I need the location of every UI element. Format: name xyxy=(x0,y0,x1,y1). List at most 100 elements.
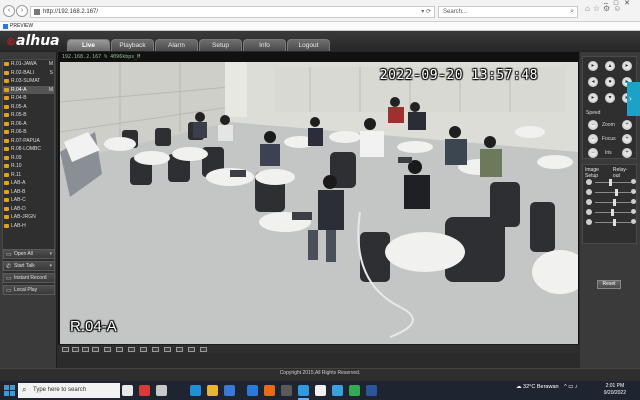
camera-item[interactable]: R.02-BALI S xyxy=(3,69,54,78)
camera-item[interactable]: R.06-B xyxy=(3,128,54,137)
forward-icon[interactable]: › xyxy=(16,5,28,17)
camera-item[interactable]: R.04-A M xyxy=(3,85,54,95)
slider-thumb[interactable] xyxy=(611,209,615,216)
brightness-slider[interactable] xyxy=(586,179,636,186)
iris-close-icon[interactable]: − xyxy=(588,148,598,158)
layout-16-icon[interactable] xyxy=(116,347,123,352)
slider-thumb[interactable] xyxy=(613,219,616,226)
record-toggle-icon[interactable] xyxy=(164,347,171,352)
ptz-left-icon[interactable]: ◂ xyxy=(588,77,598,87)
maximize-icon[interactable]: □ xyxy=(614,0,624,7)
task-view-icon[interactable] xyxy=(122,385,133,396)
camera-item[interactable]: LAB-JRGN xyxy=(3,213,54,222)
tab-info[interactable]: Info xyxy=(243,39,286,51)
windows-start-icon[interactable] xyxy=(4,385,15,396)
firefox-icon[interactable] xyxy=(264,385,275,396)
zoom-out-icon[interactable]: − xyxy=(588,120,598,130)
layout-1-icon[interactable] xyxy=(62,347,69,352)
store-icon[interactable] xyxy=(224,385,235,396)
app-icon-red[interactable] xyxy=(139,385,150,396)
camera-item[interactable]: R.03-SUMAT xyxy=(3,77,54,86)
browser-search-input[interactable]: Search... ⌕ xyxy=(438,6,578,18)
iris-open-icon[interactable]: + xyxy=(622,148,632,158)
snapshot-icon[interactable] xyxy=(152,347,159,352)
camera-item[interactable]: R.07-PAPUA xyxy=(3,137,54,146)
taskbar-clock[interactable]: 2:01 PM 9/20/2022 xyxy=(604,383,626,397)
stream-type-flag[interactable]: M xyxy=(49,86,53,95)
camera-item[interactable]: R.04-B xyxy=(3,94,54,103)
address-bar[interactable]: http://192.168.2.167/ ▾ ⟳ xyxy=(30,6,435,18)
favorites-icon[interactable]: ☆ xyxy=(593,4,603,13)
camera-item[interactable]: R.08-LOMBC xyxy=(3,145,54,154)
layout-8-icon[interactable] xyxy=(82,347,89,352)
focus-out-icon[interactable]: − xyxy=(588,134,598,144)
app-icon-gray[interactable] xyxy=(156,385,167,396)
chevron-down-icon[interactable]: ▾ xyxy=(49,262,52,270)
camera-item[interactable]: LAB-D xyxy=(3,205,54,214)
camera-item[interactable]: R.01-JAWA M xyxy=(3,60,54,69)
chevron-down-icon[interactable]: ▾ xyxy=(49,250,52,258)
file-explorer-icon[interactable] xyxy=(207,385,218,396)
camera-item[interactable]: R.05-A xyxy=(3,103,54,112)
stream-type-flag[interactable]: S xyxy=(50,69,53,78)
camera-item[interactable]: R.11 xyxy=(3,171,54,180)
slider-thumb[interactable] xyxy=(614,189,618,196)
tab-alarm[interactable]: Alarm xyxy=(155,39,198,51)
ptz-center-icon[interactable]: ● xyxy=(605,77,615,87)
tab-setup[interactable]: Setup xyxy=(199,39,242,51)
slider-thumb[interactable] xyxy=(609,179,613,186)
app-icon-dark[interactable] xyxy=(281,385,292,396)
slider-track[interactable] xyxy=(595,192,631,193)
app-icon-white[interactable] xyxy=(315,385,326,396)
ptz-up-left-icon[interactable]: ▸ xyxy=(588,61,598,71)
slider-track[interactable] xyxy=(595,182,631,183)
camera-item[interactable]: R.10 xyxy=(3,162,54,171)
layout-9-icon[interactable] xyxy=(92,347,99,352)
back-icon[interactable]: ‹ xyxy=(3,5,15,17)
internet-explorer-icon[interactable] xyxy=(298,385,309,396)
tray-icons[interactable]: ^ ▭ ♪ xyxy=(564,384,578,390)
weather-icon[interactable]: ☁ xyxy=(516,384,522,390)
browser-tab[interactable]: PREVIEW xyxy=(2,22,62,31)
home-icon[interactable]: ⌂ xyxy=(585,4,593,13)
audio-icon[interactable] xyxy=(176,347,183,352)
open-all-button[interactable]: ▭ Open All ▾ xyxy=(3,249,55,259)
camera-item[interactable]: LAB-H xyxy=(3,222,54,231)
tab-live[interactable]: Live xyxy=(67,39,110,51)
reset-button[interactable]: Reset xyxy=(597,280,621,289)
fullscreen-icon[interactable] xyxy=(104,347,111,352)
layout-4-icon[interactable] xyxy=(72,347,79,352)
instant-record-button[interactable]: ▭ Instant Record xyxy=(3,273,55,283)
local-play-button[interactable]: ▭ Local Play xyxy=(3,285,55,295)
camera-item[interactable]: LAB-C xyxy=(3,196,54,205)
mail-icon[interactable] xyxy=(247,385,258,396)
camera-item[interactable]: LAB-A xyxy=(3,179,54,188)
camera-item[interactable]: R.09 xyxy=(3,154,54,163)
close-icon[interactable]: ✕ xyxy=(624,0,636,7)
focus-in-icon[interactable]: + xyxy=(622,134,632,144)
gamma-slider[interactable] xyxy=(586,219,636,226)
layout-25-icon[interactable] xyxy=(128,347,135,352)
zoom-in-icon[interactable]: + xyxy=(622,120,632,130)
taskbar-search-input[interactable]: ⌕ Type here to search xyxy=(18,383,120,398)
ptz-down-icon[interactable]: ▾ xyxy=(605,93,615,103)
refresh-icon[interactable]: ▾ ⟳ xyxy=(421,8,431,15)
sharpness-slider[interactable] xyxy=(586,209,636,216)
edge-icon[interactable] xyxy=(190,385,201,396)
ptz-up-icon[interactable]: ▴ xyxy=(605,61,615,71)
tab-logout[interactable]: Logout xyxy=(287,39,330,51)
chrome-icon[interactable] xyxy=(349,385,360,396)
camera-item[interactable]: LAB-B xyxy=(3,188,54,197)
tab-playback[interactable]: Playback xyxy=(111,39,154,51)
camera-feed[interactable]: 2022-09-20 13:57:48 R.04-A xyxy=(60,62,578,344)
camera-item[interactable]: R.06-A xyxy=(3,120,54,129)
zoom-icon[interactable] xyxy=(200,347,207,352)
stream-type-flag[interactable]: M xyxy=(49,60,53,69)
word-icon[interactable] xyxy=(366,385,377,396)
saturation-slider[interactable] xyxy=(586,199,636,206)
minimize-icon[interactable]: – xyxy=(604,0,614,7)
ptz-down-left-icon[interactable]: ▸ xyxy=(588,93,598,103)
slider-thumb[interactable] xyxy=(613,199,616,206)
ptz-up-right-icon[interactable]: ▸ xyxy=(622,61,632,71)
search-icon[interactable]: ⌕ xyxy=(570,8,574,16)
